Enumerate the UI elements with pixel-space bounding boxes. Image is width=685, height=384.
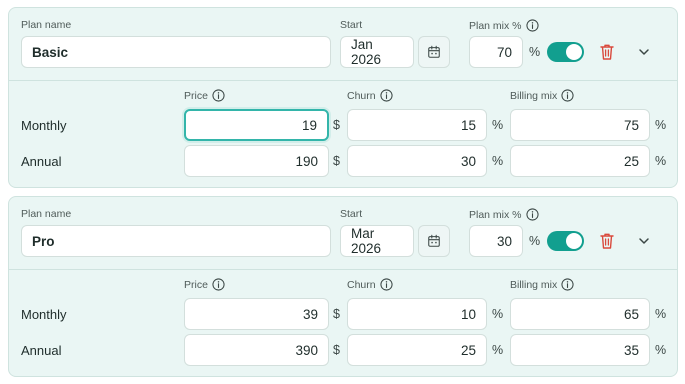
divider xyxy=(9,80,677,81)
plan-mix-input[interactable]: 30 xyxy=(469,225,523,257)
info-icon xyxy=(212,278,225,291)
price-label: Price xyxy=(184,278,225,291)
row-label-monthly: Monthly xyxy=(21,118,67,133)
percent-unit: % xyxy=(655,154,667,168)
percent-unit: % xyxy=(492,118,504,132)
plan-header: Plan name Basic Start Jan 2026 Plan mix … xyxy=(9,8,677,80)
churn-input[interactable]: 10 xyxy=(347,298,487,330)
currency-unit: $ xyxy=(333,154,340,168)
info-icon xyxy=(212,89,225,102)
start-date-input[interactable]: Mar 2026 xyxy=(340,225,414,257)
plan-mix-input[interactable]: 70 xyxy=(469,36,523,68)
churn-input[interactable]: 25 xyxy=(347,334,487,366)
start-date-input[interactable]: Jan 2026 xyxy=(340,36,414,68)
trash-icon[interactable] xyxy=(599,43,615,61)
plan-name-input[interactable]: Pro xyxy=(21,225,331,257)
plan-header: Plan name Pro Start Mar 2026 Plan mix % … xyxy=(9,197,677,269)
price-input[interactable]: 39 xyxy=(184,298,329,330)
calendar-icon xyxy=(427,45,441,59)
price-input[interactable]: 390 xyxy=(184,334,329,366)
plan-enabled-toggle[interactable] xyxy=(547,231,584,251)
churn-input[interactable]: 15 xyxy=(347,109,487,141)
percent-unit: % xyxy=(492,307,504,321)
info-icon xyxy=(526,208,539,221)
billing-mix-input[interactable]: 65 xyxy=(510,298,650,330)
info-icon xyxy=(561,278,574,291)
row-label-annual: Annual xyxy=(21,154,62,169)
percent-unit: % xyxy=(529,45,541,59)
percent-unit: % xyxy=(529,234,541,248)
percent-unit: % xyxy=(492,154,504,168)
info-icon xyxy=(561,89,574,102)
plan-mix-label: Plan mix % xyxy=(469,208,539,221)
percent-unit: % xyxy=(655,307,667,321)
calendar-button[interactable] xyxy=(418,225,450,257)
price-input[interactable]: 190 xyxy=(184,145,329,177)
plan-mix-label: Plan mix % xyxy=(469,19,539,32)
start-label: Start xyxy=(340,208,363,220)
plan-name-label: Plan name xyxy=(21,19,72,31)
billing-mix-label: Billing mix xyxy=(510,278,574,291)
plan-name-input[interactable]: Basic xyxy=(21,36,331,68)
currency-unit: $ xyxy=(333,343,340,357)
billing-mix-input[interactable]: 35 xyxy=(510,334,650,366)
chevron-down-icon[interactable] xyxy=(637,234,651,248)
trash-icon[interactable] xyxy=(599,232,615,250)
row-label-annual: Annual xyxy=(21,343,62,358)
plan-enabled-toggle[interactable] xyxy=(547,42,584,62)
billing-mix-input[interactable]: 25 xyxy=(510,145,650,177)
currency-unit: $ xyxy=(333,307,340,321)
info-icon xyxy=(380,89,393,102)
percent-unit: % xyxy=(655,343,667,357)
percent-unit: % xyxy=(655,118,667,132)
billing-mix-input[interactable]: 75 xyxy=(510,109,650,141)
currency-unit: $ xyxy=(333,118,340,132)
price-input[interactable]: 19 xyxy=(184,109,329,141)
plan-card: Plan name Basic Start Jan 2026 Plan mix … xyxy=(8,7,678,188)
churn-label: Churn xyxy=(347,89,393,102)
calendar-icon xyxy=(427,234,441,248)
row-label-monthly: Monthly xyxy=(21,307,67,322)
info-icon xyxy=(526,19,539,32)
info-icon xyxy=(380,278,393,291)
calendar-button[interactable] xyxy=(418,36,450,68)
churn-label: Churn xyxy=(347,278,393,291)
percent-unit: % xyxy=(492,343,504,357)
churn-input[interactable]: 30 xyxy=(347,145,487,177)
price-label: Price xyxy=(184,89,225,102)
divider xyxy=(9,269,677,270)
chevron-down-icon[interactable] xyxy=(637,45,651,59)
billing-mix-label: Billing mix xyxy=(510,89,574,102)
plan-name-label: Plan name xyxy=(21,208,72,220)
start-label: Start xyxy=(340,19,363,31)
plan-card: Plan name Pro Start Mar 2026 Plan mix % … xyxy=(8,196,678,377)
